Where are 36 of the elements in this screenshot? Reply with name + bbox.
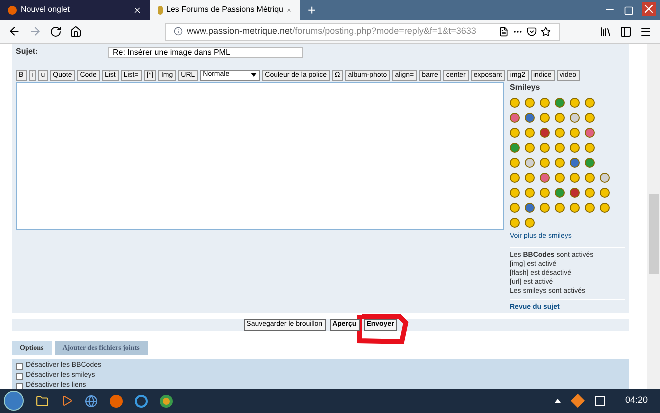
- dropdown-arrow-icon: [251, 73, 258, 77]
- reader-icon[interactable]: [499, 26, 509, 36]
- ie-icon[interactable]: [135, 394, 148, 408]
- site-icon: [158, 6, 163, 14]
- folder-icon[interactable]: [36, 394, 49, 408]
- info-icon[interactable]: [174, 27, 183, 36]
- new-tab-button[interactable]: +: [300, 0, 324, 20]
- chrome-icon[interactable]: [160, 394, 173, 408]
- menu-icon[interactable]: [640, 26, 652, 38]
- clock-text: 04:20: [624, 394, 649, 408]
- close-icon[interactable]: [133, 6, 142, 14]
- address-bar[interactable]: www.passion-metrique.net/forums/posting.php?mode=reply&f=1&t=3633: [165, 22, 560, 40]
- subject-label: Sujet:: [16, 46, 40, 58]
- checkbox[interactable]: [16, 373, 23, 380]
- checkbox[interactable]: [16, 363, 23, 370]
- globe-icon[interactable]: [85, 394, 98, 408]
- browser-tab[interactable]: Les Forums de Passions Métriqu: [150, 0, 300, 20]
- pocket-icon[interactable]: [527, 26, 537, 36]
- back-icon[interactable]: [8, 25, 21, 38]
- site-icon: [8, 6, 17, 14]
- reload-icon[interactable]: [50, 26, 62, 38]
- browser-tab[interactable]: Nouvel onglet: [0, 0, 150, 20]
- sidebar-icon[interactable]: [620, 26, 632, 38]
- library-icon[interactable]: [600, 26, 612, 38]
- subject-field[interactable]: Re: Insérer une image dans PML: [108, 46, 303, 58]
- smileys-heading: Smileys: [510, 82, 542, 94]
- network-icon[interactable]: [595, 396, 606, 406]
- tray-arrow-icon[interactable]: [555, 399, 562, 403]
- maximize-icon[interactable]: [624, 6, 634, 16]
- browser-icon[interactable]: [110, 394, 123, 408]
- home-icon[interactable]: [70, 26, 82, 38]
- forward-icon[interactable]: [29, 25, 42, 38]
- start-icon[interactable]: [4, 391, 24, 411]
- star-icon[interactable]: [541, 26, 551, 36]
- media-player-icon[interactable]: [61, 395, 73, 407]
- close-window-icon[interactable]: [642, 2, 656, 16]
